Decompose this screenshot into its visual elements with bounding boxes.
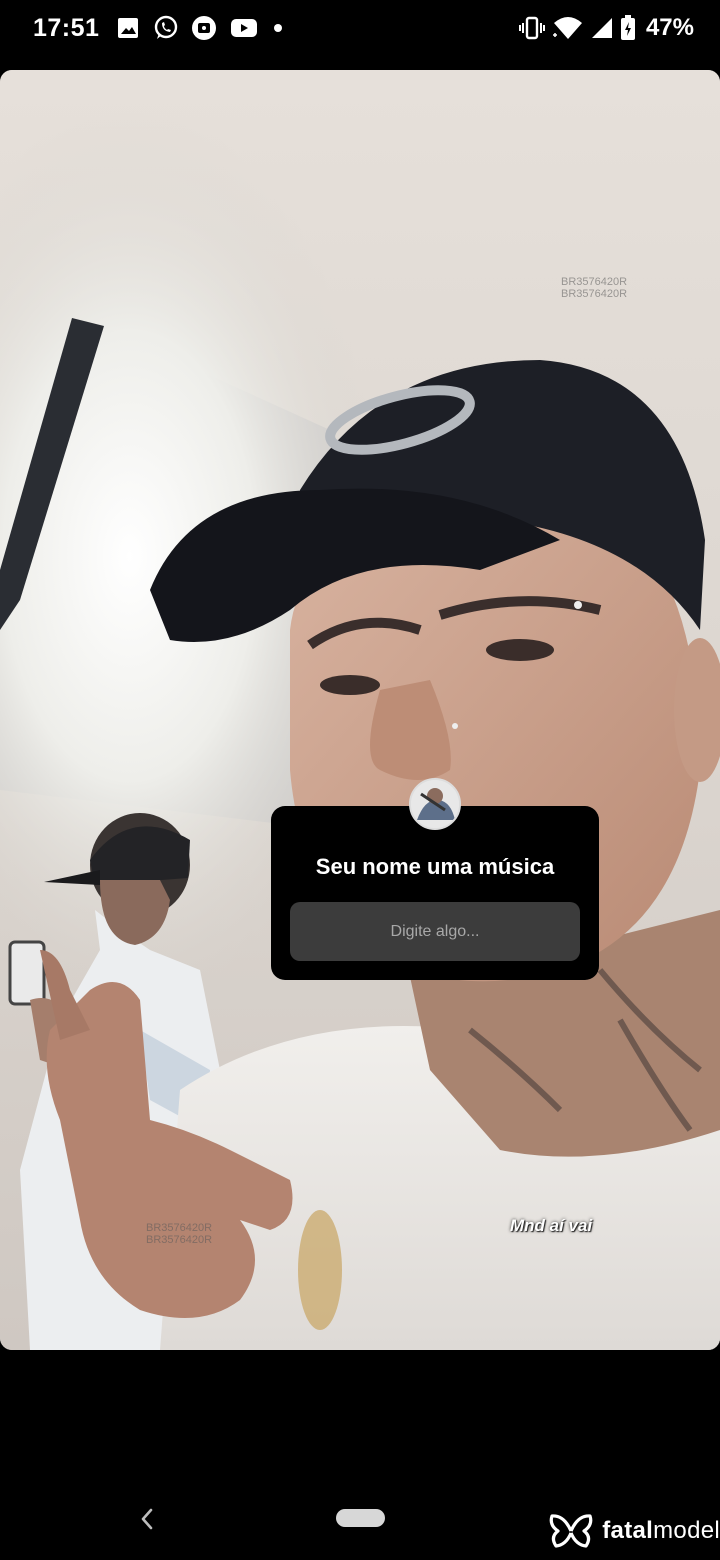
notification-icons <box>115 15 285 41</box>
question-answer-input[interactable]: Digite algo... <box>290 902 580 961</box>
status-time: 17:51 <box>33 14 100 42</box>
more-dot-icon <box>271 15 285 41</box>
story-frame[interactable]: BR3576420R BR3576420R BR3576420R BR35764… <box>0 70 720 1350</box>
question-title: Seu nome uma música <box>315 854 555 879</box>
home-pill[interactable] <box>336 1509 385 1527</box>
brand-name: fatalmodel <box>602 1517 720 1545</box>
watermark-line: BR3576420R <box>561 288 628 300</box>
story-caption: Mnd aí vai <box>510 1216 593 1235</box>
brand-part2: model <box>653 1517 720 1544</box>
question-avatar <box>409 778 461 830</box>
app-notification-icon <box>191 15 217 41</box>
battery-icon <box>620 15 636 41</box>
status-bar: 17:51 47% <box>0 0 720 60</box>
signal-icon <box>590 16 614 40</box>
story-photo <box>0 70 720 1350</box>
brand-part1: fatal <box>602 1517 654 1544</box>
youtube-icon <box>229 15 259 41</box>
back-button[interactable] <box>132 1502 162 1536</box>
watermark-line: BR3576420R <box>146 1234 213 1246</box>
watermark-line: BR3576420R <box>561 276 628 288</box>
chevron-left-icon <box>141 1508 153 1530</box>
watermark-bottom: BR3576420R BR3576420R <box>146 1222 212 1246</box>
gallery-icon <box>115 15 141 41</box>
battery-percent: 47% <box>645 14 694 41</box>
brand-watermark: fatalmodel <box>548 1513 720 1549</box>
wifi-icon <box>552 15 584 41</box>
butterfly-logo-icon <box>549 1514 593 1548</box>
watermark-top: BR3576420R BR3576420R <box>561 276 627 300</box>
question-sticker: Seu nome uma música Digite algo... <box>271 806 599 980</box>
system-icons: 47% <box>518 14 694 42</box>
whatsapp-icon <box>153 15 179 41</box>
screen: 17:51 47% BR3576420R BR3576420R BR357642… <box>0 0 720 1560</box>
watermark-line: BR3576420R <box>146 1222 213 1234</box>
vibrate-icon <box>518 15 546 41</box>
